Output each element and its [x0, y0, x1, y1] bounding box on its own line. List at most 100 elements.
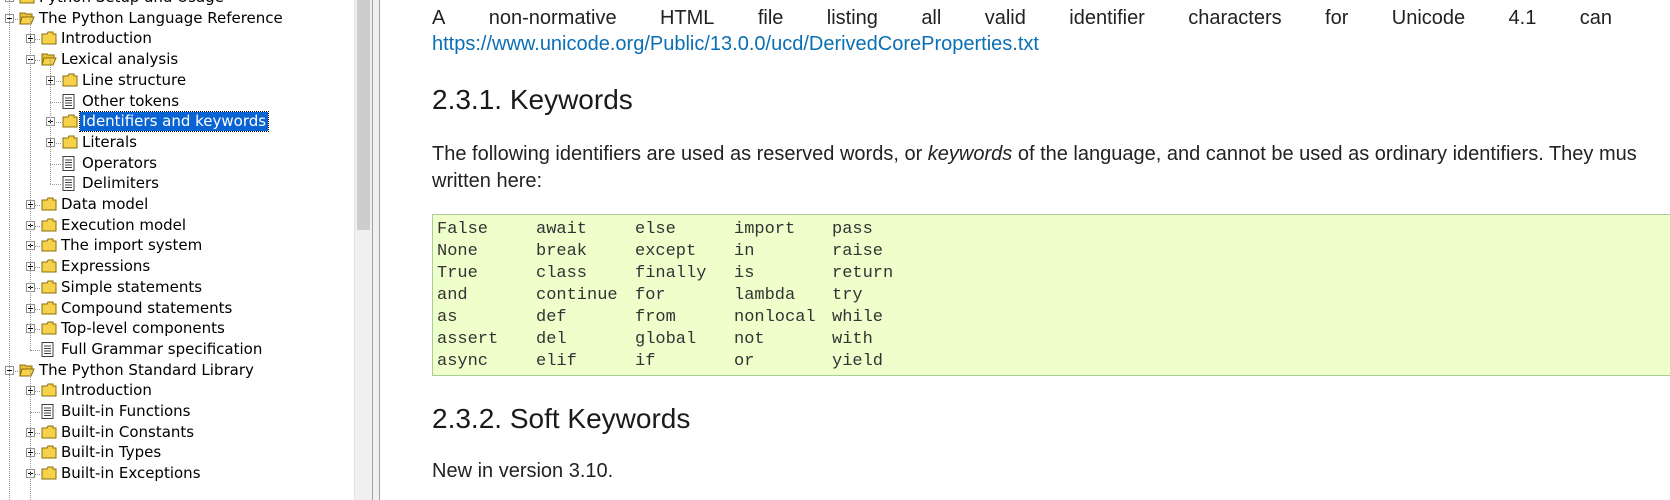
tree-item-label: Lexical analysis [61, 50, 179, 69]
tree-item[interactable]: Literals [0, 132, 354, 154]
tree-item-label: The Python Standard Library [39, 360, 254, 379]
keyword-await: await [536, 220, 588, 239]
folder-closed-icon [62, 135, 78, 149]
tree-item-label: Expressions [61, 257, 151, 276]
folder-closed-icon [41, 280, 57, 294]
tree-guide-line [50, 60, 51, 185]
intro-word: file [757, 7, 784, 29]
tree-item[interactable]: Full Grammar specification [0, 339, 354, 361]
intro-word: HTML [659, 7, 715, 29]
tree-item[interactable]: Built-in Functions [0, 401, 354, 423]
keyword-for: for [635, 286, 666, 305]
page-icon [62, 93, 78, 109]
tree-item[interactable]: Identifiers and keywords [0, 111, 354, 133]
folder-closed-icon [41, 445, 57, 459]
tree-item-label: The Python Language Reference [39, 8, 283, 27]
tree-item[interactable]: Expressions [0, 256, 354, 278]
tree-item[interactable]: Built-in Constants [0, 422, 354, 444]
tree-connector [30, 349, 40, 351]
tree-connector [50, 184, 61, 186]
contents-tree[interactable]: Python Setup and UsageThe Python Languag… [0, 0, 378, 500]
intro-word: Unicode [1391, 7, 1466, 29]
keywords-code-block: False None True and as assert async await break c… [432, 214, 1670, 376]
tree-guide-line [30, 18, 31, 350]
intro-word: all [921, 7, 942, 29]
tree-item[interactable]: Line structure [0, 70, 354, 92]
folder-closed-icon [41, 425, 57, 439]
tree-item[interactable]: Lexical analysis [0, 49, 354, 71]
keyword-continue: continue [536, 286, 618, 305]
keyword-global: global [635, 330, 697, 349]
keyword-assert: assert [437, 330, 499, 349]
keyword-return: return [832, 264, 894, 283]
folder-closed-icon [41, 197, 57, 211]
tree-item-label: Full Grammar specification [61, 339, 263, 358]
page-icon [41, 341, 57, 357]
keyword-async: async [437, 352, 489, 371]
keyword-pass: pass [832, 220, 873, 239]
tree-item[interactable]: Execution model [0, 215, 354, 237]
tree-item[interactable]: Built-in Exceptions [0, 463, 354, 485]
intro-word: non-normative [488, 7, 617, 29]
tree-item-label: Compound statements [61, 298, 233, 317]
folder-closed-icon [62, 73, 78, 87]
tree-item-label: Simple statements [61, 277, 203, 296]
keyword-as: as [437, 308, 458, 327]
tree-item[interactable]: Data model [0, 194, 354, 216]
pane-splitter[interactable] [372, 0, 380, 500]
tree-item[interactable]: The Python Standard Library [0, 360, 354, 382]
tree-connector [30, 412, 40, 413]
tree-item[interactable]: Simple statements [0, 277, 354, 299]
tree-scrollbar[interactable] [354, 0, 372, 500]
keyword-and: and [437, 286, 468, 305]
tree-item-label: Built-in Functions [61, 402, 191, 420]
intro-word: listing [826, 7, 878, 29]
tree-scrollbar-thumb[interactable] [357, 0, 370, 230]
tree-item-label: Top-level components [61, 319, 225, 338]
intro-word: valid [984, 7, 1026, 29]
tree-item-label: Built-in Constants [61, 422, 195, 441]
tree-item-label: Built-in Types [61, 443, 162, 462]
tree-item[interactable]: Top-level components [0, 318, 354, 340]
tree-item-label: Introduction [61, 29, 152, 48]
folder-open-icon [19, 363, 35, 377]
tree-item-label: Introduction [61, 381, 152, 400]
tree-item[interactable]: Introduction [0, 28, 354, 50]
folder-closed-icon [41, 301, 57, 315]
tree-item-label: Literals [82, 132, 137, 151]
tree-guide-line [30, 370, 31, 500]
tree-item[interactable]: The Python Language Reference [0, 8, 354, 30]
folder-open-icon [41, 52, 57, 66]
tree-item-label: Built-in Exceptions [61, 464, 201, 483]
tree-item[interactable]: Introduction [0, 380, 354, 402]
tree-item[interactable]: Compound statements [0, 298, 354, 320]
tree-connector [50, 101, 61, 103]
intro-paragraph: Anon-normative HTML file listing all valid ide… [432, 5, 1612, 32]
folder-closed-icon [41, 321, 57, 335]
keyword-del: del [536, 330, 567, 349]
tree-item[interactable]: Other tokens [0, 91, 354, 113]
keyword-none: None [437, 242, 478, 261]
keyword-with: with [832, 330, 873, 349]
folder-closed-icon [62, 114, 78, 128]
tree-item[interactable]: Built-in Types [0, 442, 354, 464]
tree-item[interactable]: Delimiters [0, 173, 354, 195]
keyword-raise: raise [832, 242, 884, 261]
tree-item[interactable]: The import system [0, 235, 354, 257]
folder-closed-icon [41, 383, 57, 397]
tree-guide-line [9, 0, 10, 500]
keyword-is: is [734, 264, 755, 283]
keyword-from: from [635, 308, 676, 327]
intro-word: for [1325, 7, 1349, 29]
tree-item[interactable]: Operators [0, 153, 354, 175]
keyword-while: while [832, 308, 884, 327]
keyword-lambda: lambda [734, 286, 796, 305]
keyword-import: import [734, 220, 796, 239]
intro-word: characters [1188, 7, 1282, 29]
keyword-yield: yield [832, 352, 884, 371]
page-icon [62, 176, 78, 192]
unicode-link[interactable]: https://www.unicode.org/Public/13.0.0/uc… [432, 33, 1039, 55]
intro-word: 4.1 [1508, 7, 1537, 29]
keyword-not: not [734, 330, 765, 349]
tree-item-label: Identifiers and keywords [78, 111, 270, 133]
